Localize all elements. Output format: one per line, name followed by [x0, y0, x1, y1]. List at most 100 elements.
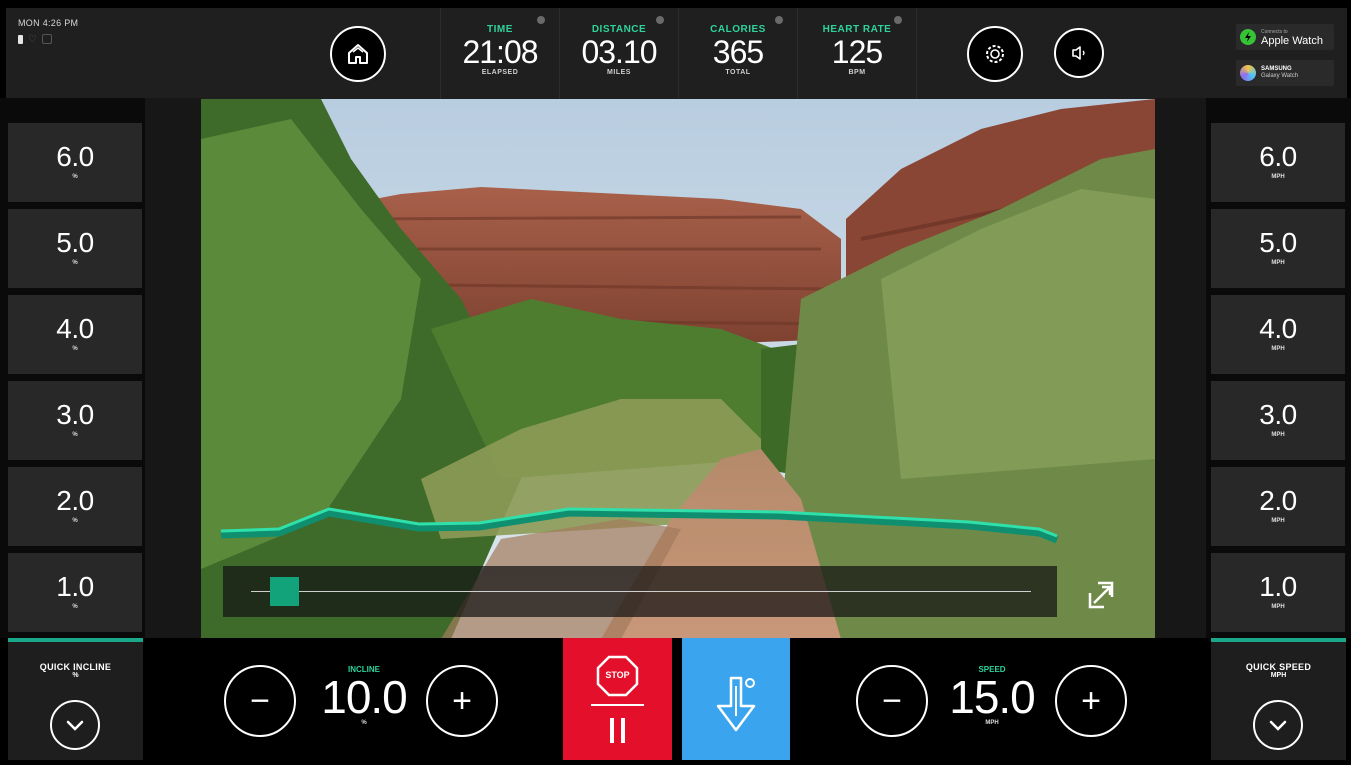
cooldown-icon: [716, 676, 756, 732]
speed-value: 15.0: [949, 671, 1036, 723]
quick-incline-label: QUICK INCLINE: [39, 662, 112, 672]
home-button[interactable]: [330, 26, 386, 82]
stat-calories-unit: TOTAL: [725, 69, 751, 76]
incline-increase-button[interactable]: +: [426, 665, 498, 737]
preset-unit: %: [72, 260, 78, 266]
heart-status-icon: ♡: [28, 33, 37, 45]
speed-preset-1[interactable]: 1.0 MPH: [1211, 553, 1345, 632]
top-bar: MON 4:26 PM ♡ TIME 21:08 ELAPSED DISTANC…: [6, 8, 1347, 100]
quick-speed[interactable]: QUICK SPEED MPH: [1211, 638, 1346, 760]
info-dot-icon[interactable]: [775, 16, 783, 24]
home-icon: [348, 44, 368, 64]
stop-pause-button[interactable]: STOP: [563, 638, 672, 760]
expand-button[interactable]: [1084, 577, 1118, 611]
speed-decrease-button[interactable]: −: [856, 665, 928, 737]
incline-preset-2[interactable]: 2.0 %: [8, 467, 142, 546]
preset-unit: MPH: [1271, 260, 1285, 266]
incline-presets-panel: 6.0 % 5.0 % 4.0 % 3.0 % 2.0 % 1.0 %: [0, 98, 145, 638]
stat-heart-rate-value: 125: [831, 34, 883, 70]
preset-unit: MPH: [1271, 174, 1285, 180]
samsung-watch-connect[interactable]: SAMSUNG Galaxy Watch: [1236, 60, 1334, 86]
pause-icon: [610, 718, 614, 743]
incline-preset-3[interactable]: 3.0 %: [8, 381, 142, 460]
incline-display: INCLINE 10.0 %: [308, 665, 420, 726]
quick-speed-unit: MPH: [1270, 672, 1287, 679]
apple-watch-connect[interactable]: Connects to Apple Watch: [1236, 24, 1334, 50]
speed-preset-5[interactable]: 5.0 MPH: [1211, 209, 1345, 288]
progress-thumb[interactable]: [270, 577, 300, 606]
speed-preset-2[interactable]: 2.0 MPH: [1211, 467, 1345, 546]
speed-preset-4[interactable]: 4.0 MPH: [1211, 295, 1345, 374]
preset-value: 5.0: [56, 227, 94, 258]
preset-value: 6.0: [56, 141, 94, 172]
volume-button[interactable]: [1054, 28, 1104, 78]
preset-unit: %: [72, 174, 78, 180]
status-clock: MON 4:26 PM: [18, 18, 79, 28]
stat-distance: DISTANCE 03.10 MILES: [559, 8, 678, 100]
quick-speed-dropdown[interactable]: [1253, 700, 1303, 750]
incline-preset-5[interactable]: 5.0 %: [8, 209, 142, 288]
info-dot-icon[interactable]: [894, 16, 902, 24]
settings-button[interactable]: [967, 26, 1023, 82]
incline-preset-1[interactable]: 1.0 %: [8, 553, 142, 632]
preset-value: 6.0: [1259, 141, 1297, 172]
preset-unit: %: [72, 604, 78, 610]
preset-value: 3.0: [1259, 399, 1297, 430]
right-gutter: [1155, 98, 1211, 638]
speed-increase-button[interactable]: +: [1055, 665, 1127, 737]
stat-heart-rate-unit: BPM: [848, 69, 866, 76]
preset-unit: MPH: [1271, 604, 1285, 610]
info-dot-icon[interactable]: [537, 16, 545, 24]
stop-icon: [591, 655, 644, 743]
stat-heart-rate: HEART RATE 125 BPM: [797, 8, 917, 100]
bolt-icon: [1240, 29, 1256, 45]
video-progress-bar[interactable]: [223, 566, 1057, 617]
stat-distance-value: 03.10: [581, 34, 657, 70]
gear-icon: [986, 45, 1004, 63]
chevron-down-icon: [66, 720, 84, 731]
left-gutter: [145, 98, 201, 638]
info-dot-icon[interactable]: [656, 16, 664, 24]
bottom-control-bar: [0, 638, 1351, 760]
stat-time-value: 21:08: [462, 34, 538, 70]
quick-incline[interactable]: QUICK INCLINE %: [8, 638, 143, 760]
speed-presets-panel: 6.0 MPH 5.0 MPH 4.0 MPH 3.0 MPH 2.0 MPH …: [1206, 98, 1351, 638]
speed-display: SPEED 15.0 MPH: [936, 665, 1048, 726]
stop-label: STOP: [605, 670, 630, 680]
preset-value: 1.0: [1259, 571, 1297, 602]
preset-value: 2.0: [1259, 485, 1297, 516]
preset-unit: %: [72, 518, 78, 524]
preset-value: 4.0: [56, 313, 94, 344]
samsung-watch-name: Galaxy Watch: [1261, 73, 1299, 79]
stat-calories-value: 365: [712, 34, 764, 70]
preset-unit: MPH: [1271, 432, 1285, 438]
preset-unit: %: [72, 346, 78, 352]
speaker-icon: [1072, 46, 1085, 60]
expand-icon: [1088, 581, 1114, 609]
incline-value: 10.0: [321, 671, 408, 723]
speed-preset-6[interactable]: 6.0 MPH: [1211, 123, 1345, 202]
preset-unit: %: [72, 432, 78, 438]
preset-value: 3.0: [56, 399, 94, 430]
preset-value: 5.0: [1259, 227, 1297, 258]
galaxy-watch-icon: [1240, 65, 1256, 81]
scenic-video[interactable]: [201, 99, 1155, 639]
speed-preset-3[interactable]: 3.0 MPH: [1211, 381, 1345, 460]
progress-track: [251, 591, 1031, 592]
apple-watch-name: Apple Watch: [1261, 35, 1323, 47]
cooldown-button[interactable]: [682, 638, 790, 760]
incline-preset-6[interactable]: 6.0 %: [8, 123, 142, 202]
lock-status-icon: [42, 34, 52, 44]
quick-incline-dropdown[interactable]: [50, 700, 100, 750]
incline-preset-4[interactable]: 4.0 %: [8, 295, 142, 374]
stat-time: TIME 21:08 ELAPSED: [440, 8, 559, 100]
preset-value: 4.0: [1259, 313, 1297, 344]
preset-value: 1.0: [56, 571, 94, 602]
canyon-trail-scene: [201, 99, 1155, 639]
stat-calories: CALORIES 365 TOTAL: [678, 8, 797, 100]
incline-decrease-button[interactable]: −: [224, 665, 296, 737]
battery-icon: [18, 34, 23, 44]
samsung-brand: SAMSUNG: [1261, 66, 1292, 72]
stat-distance-unit: MILES: [607, 69, 631, 76]
preset-value: 2.0: [56, 485, 94, 516]
